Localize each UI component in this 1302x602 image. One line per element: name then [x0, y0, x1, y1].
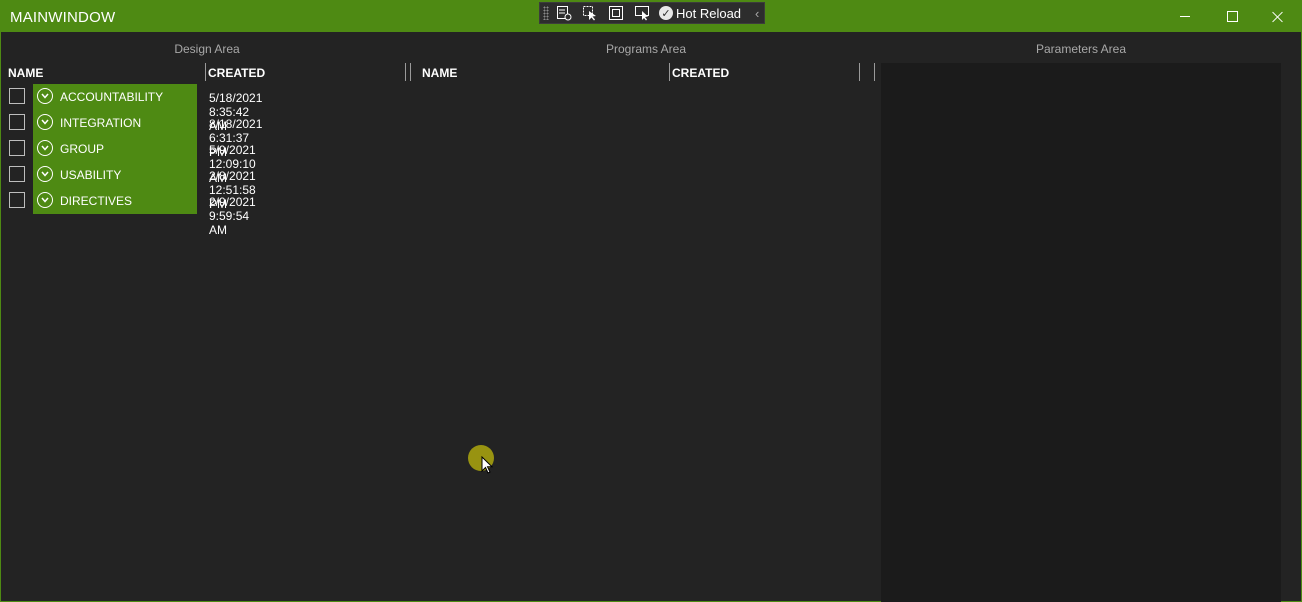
design-column-header-created[interactable]: CREATED — [208, 66, 265, 80]
row-checkbox[interactable] — [9, 166, 25, 182]
design-area-title: Design Area — [174, 42, 240, 56]
row-name: USABILITY — [60, 168, 122, 182]
mouse-pointer-icon — [481, 456, 494, 474]
row-name: DIRECTIVES — [60, 194, 133, 208]
window-title: MAINWINDOW — [10, 9, 116, 26]
programs-column-header-name[interactable]: NAME — [422, 66, 457, 80]
row-created: 2/9/2021 9:59:54 AM — [209, 195, 256, 237]
main-window: MAINWINDOW ✓ Hot Reload ‹ Design Area Pr… — [0, 0, 1302, 602]
title-bar[interactable]: MAINWINDOW ✓ Hot Reload ‹ — [1, 1, 1301, 32]
chevron-down-icon[interactable] — [37, 114, 53, 130]
maximize-icon — [1226, 11, 1238, 22]
name-cell[interactable]: INTEGRATION — [33, 110, 197, 136]
pointer-icon[interactable] — [579, 4, 601, 22]
row-checkbox[interactable] — [9, 88, 25, 104]
programs-column-header-created[interactable]: CREATED — [672, 66, 729, 80]
close-button[interactable] — [1255, 1, 1301, 32]
hot-reload-toolbar: ✓ Hot Reload ‹ — [539, 2, 765, 24]
collapse-toolbar-icon[interactable]: ‹ — [755, 6, 759, 21]
maximize-button[interactable] — [1209, 1, 1255, 32]
programs-column-splitter[interactable] — [669, 63, 670, 81]
area-splitter[interactable] — [874, 63, 875, 81]
hot-reload-button[interactable]: ✓ Hot Reload — [659, 6, 741, 21]
row-name: GROUP — [60, 142, 105, 156]
parameters-panel[interactable] — [881, 63, 1281, 602]
hot-reload-label: Hot Reload — [676, 5, 742, 21]
chevron-down-icon[interactable] — [37, 140, 53, 156]
programs-column-splitter[interactable] — [859, 63, 860, 81]
name-cell[interactable]: ACCOUNTABILITY — [33, 84, 197, 110]
parameters-area-title: Parameters Area — [1035, 42, 1127, 56]
name-cell[interactable]: GROUP — [33, 136, 197, 162]
row-name: INTEGRATION — [60, 116, 142, 130]
row-checkbox[interactable] — [9, 192, 25, 208]
row-name: ACCOUNTABILITY — [60, 90, 164, 104]
minimize-button[interactable] — [1162, 1, 1208, 32]
select-element-icon[interactable] — [553, 4, 575, 22]
check-circle-icon: ✓ — [659, 6, 673, 20]
row-checkbox[interactable] — [9, 140, 25, 156]
minimize-icon — [1180, 16, 1190, 17]
design-column-splitter[interactable] — [205, 63, 206, 81]
area-splitter[interactable] — [410, 63, 411, 81]
row-checkbox[interactable] — [9, 114, 25, 130]
chevron-down-icon[interactable] — [37, 192, 53, 208]
name-cell[interactable]: DIRECTIVES — [33, 188, 197, 214]
chevron-down-icon[interactable] — [37, 88, 53, 104]
design-column-splitter[interactable] — [405, 63, 406, 81]
chevron-down-icon[interactable] — [37, 166, 53, 182]
layout-adorner-icon[interactable] — [605, 4, 627, 22]
track-focus-icon[interactable] — [631, 4, 653, 22]
name-cell[interactable]: USABILITY — [33, 162, 197, 188]
design-column-header-name[interactable]: NAME — [8, 66, 43, 80]
close-icon — [1272, 11, 1284, 23]
programs-area-title: Programs Area — [605, 42, 687, 56]
toolbar-grip-icon[interactable] — [543, 6, 549, 20]
